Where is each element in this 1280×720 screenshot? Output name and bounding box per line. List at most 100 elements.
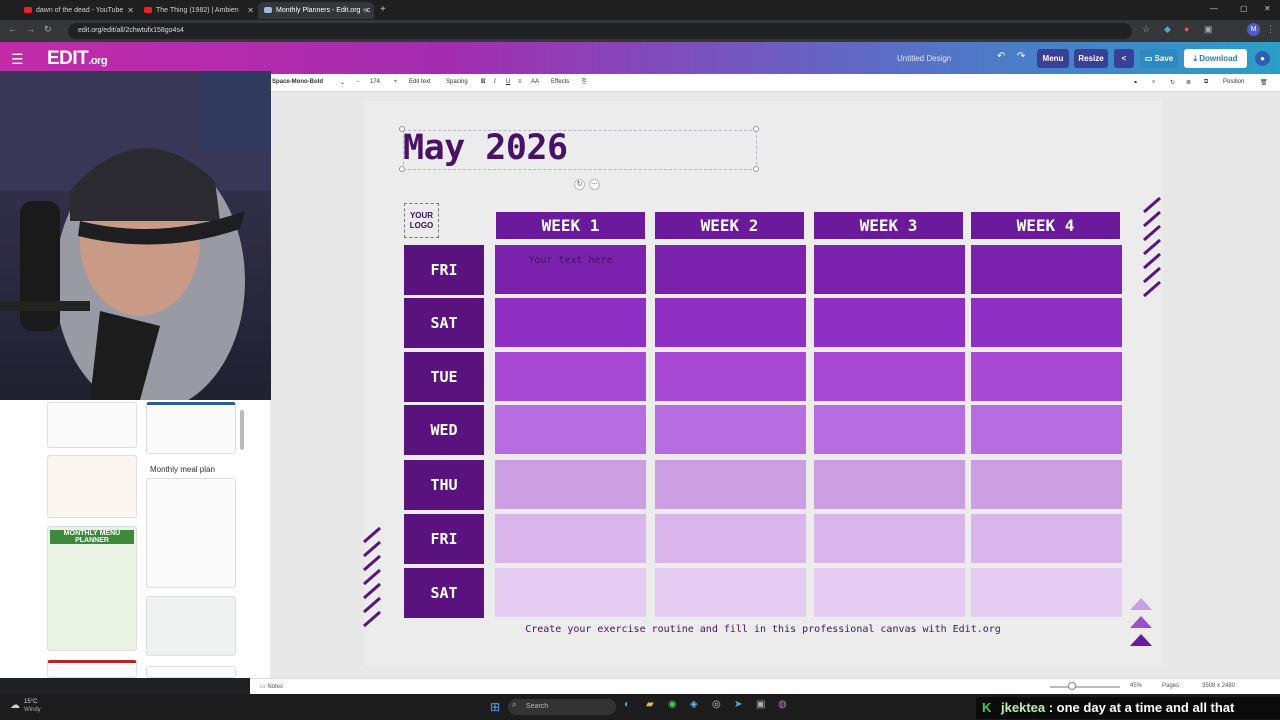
footer-text[interactable]: Create your exercise routine and fill in… [364, 624, 1162, 635]
chevron-down-icon[interactable]: ⌄ [340, 79, 345, 86]
day-label[interactable]: SAT [404, 298, 484, 348]
taskbar-app-icon[interactable]: ◐ [624, 699, 630, 710]
design-name[interactable]: Untitled Design [897, 54, 951, 63]
extension-icon[interactable]: ● [1184, 24, 1189, 34]
notes-button[interactable]: ▭ Notes [260, 683, 283, 690]
underline-button[interactable]: U [506, 79, 510, 85]
link-icon[interactable]: ⚭ [1133, 79, 1138, 86]
planner-cell[interactable] [814, 514, 965, 563]
menu-button[interactable]: Menu [1037, 49, 1069, 68]
week-header[interactable]: WEEK 3 [814, 212, 963, 239]
bold-button[interactable]: B [481, 79, 485, 85]
profile-avatar[interactable]: M [1247, 23, 1260, 36]
taskbar-app-icon[interactable]: ➤ [734, 699, 742, 710]
redo-icon[interactable]: ↷ [1017, 51, 1025, 62]
reload-icon[interactable]: ↻ [44, 24, 52, 35]
planner-cell[interactable] [655, 460, 806, 509]
extension-icon[interactable]: ◆ [1164, 24, 1171, 35]
planner-title[interactable]: May 2026 [403, 128, 568, 168]
folder-icon[interactable]: ▰ [646, 699, 654, 710]
rotate-icon[interactable]: ↻ [1170, 79, 1175, 86]
day-label[interactable]: FRI [404, 514, 484, 564]
logo-placeholder[interactable]: YOUR LOGO [404, 203, 439, 238]
planner-cell[interactable] [655, 245, 806, 294]
app-logo[interactable]: EDIT.org [47, 48, 108, 70]
planner-cell[interactable] [495, 460, 646, 509]
planner-cell[interactable] [814, 460, 965, 509]
forward-icon[interactable]: → [26, 24, 35, 34]
save-button[interactable]: ▭ Save [1140, 49, 1178, 68]
effects-button[interactable]: Effects [551, 79, 569, 85]
close-tab-icon[interactable]: ✕ [363, 2, 370, 19]
planner-cell[interactable] [971, 405, 1122, 454]
planner-cell[interactable] [655, 405, 806, 454]
planner-cell[interactable] [495, 352, 646, 401]
taskbar-search[interactable]: Search [508, 699, 616, 715]
edit-text-button[interactable]: Edit text [409, 79, 431, 85]
position-button[interactable]: Position [1223, 79, 1244, 85]
day-label[interactable]: SAT [404, 568, 484, 618]
chrome-icon[interactable]: ◉ [668, 699, 677, 710]
bookmark-star-icon[interactable]: ☆ [1142, 24, 1150, 35]
taskbar-app-icon[interactable]: ◍ [778, 699, 787, 710]
day-label[interactable]: TUE [404, 352, 484, 402]
planner-cell[interactable] [495, 245, 646, 294]
template-thumbnail[interactable] [47, 455, 137, 518]
planner-cell[interactable] [655, 298, 806, 347]
week-header[interactable]: WEEK 1 [496, 212, 645, 239]
move-handle-icon[interactable]: ⋯ [589, 179, 600, 190]
layers-icon[interactable]: ≣ [1186, 79, 1191, 86]
undo-icon[interactable]: ↶ [997, 51, 1005, 62]
hamburger-menu-icon[interactable]: ☰ [11, 51, 24, 68]
download-button[interactable]: ⤓ Download [1184, 49, 1247, 68]
spacing-button[interactable]: Spacing [446, 79, 468, 85]
planner-cell[interactable] [495, 405, 646, 454]
planner-cell[interactable] [971, 352, 1122, 401]
url-field[interactable]: edit.org/edit/all/2chwtufx158go4s4 [68, 23, 1132, 39]
planner-cell[interactable] [971, 568, 1122, 617]
decrease-size-button[interactable]: − [356, 79, 360, 85]
planner-cell[interactable] [971, 245, 1122, 294]
format-painter-icon[interactable]: ⎘ [582, 79, 587, 86]
zoom-icon[interactable]: ⌕ [1152, 79, 1155, 86]
italic-button[interactable]: I [494, 79, 496, 85]
planner-cell[interactable] [814, 298, 965, 347]
user-avatar-icon[interactable]: ● [1255, 51, 1270, 66]
close-window-icon[interactable]: ✕ [1264, 4, 1271, 13]
resize-button[interactable]: Resize [1074, 49, 1108, 68]
planner-cell[interactable] [495, 298, 646, 347]
align-icon[interactable]: ≡ [518, 79, 522, 85]
back-icon[interactable]: ← [8, 24, 17, 34]
close-tab-icon[interactable]: ✕ [247, 2, 254, 19]
planner-cell[interactable] [495, 514, 646, 563]
zoom-level[interactable]: 45% [1130, 683, 1142, 689]
taskbar-app-icon[interactable]: ◎ [712, 699, 721, 710]
pages-button[interactable]: Pages [1162, 683, 1179, 689]
template-thumbnail[interactable] [146, 402, 236, 454]
day-label[interactable]: WED [404, 405, 484, 455]
week-header[interactable]: WEEK 2 [655, 212, 804, 239]
new-tab-icon[interactable]: + [380, 4, 386, 15]
text-case-button[interactable]: AA [531, 79, 539, 85]
planner-cell[interactable] [971, 460, 1122, 509]
template-thumbnail[interactable] [146, 666, 236, 678]
browser-tab[interactable]: dawn of the dead - YouTube ✕ [18, 2, 138, 19]
template-thumbnail[interactable] [146, 478, 236, 588]
taskbar-app-icon[interactable]: ◈ [690, 699, 698, 710]
template-thumbnail[interactable] [47, 526, 137, 651]
duplicate-icon[interactable]: ⧉ [1204, 79, 1208, 86]
planner-cell[interactable] [814, 568, 965, 617]
template-thumbnail[interactable] [47, 402, 137, 448]
trash-icon[interactable]: 🗑 [1260, 79, 1268, 86]
week-header[interactable]: WEEK 4 [971, 212, 1120, 239]
planner-cell[interactable] [655, 568, 806, 617]
resize-handle[interactable] [753, 126, 759, 132]
day-label[interactable]: THU [404, 460, 484, 510]
browser-menu-icon[interactable]: ⋮ [1266, 24, 1275, 35]
increase-size-button[interactable]: + [394, 79, 398, 85]
browser-tab[interactable]: The Thing (1982) | Ambien ✕ [138, 2, 258, 19]
planner-cell[interactable] [814, 405, 965, 454]
browser-tab-active[interactable]: Monthly Planners - Edit.org - c ✕ [258, 2, 374, 19]
rotate-handle-icon[interactable]: ↻ [574, 179, 585, 190]
taskbar-app-icon[interactable]: ▣ [756, 699, 765, 710]
